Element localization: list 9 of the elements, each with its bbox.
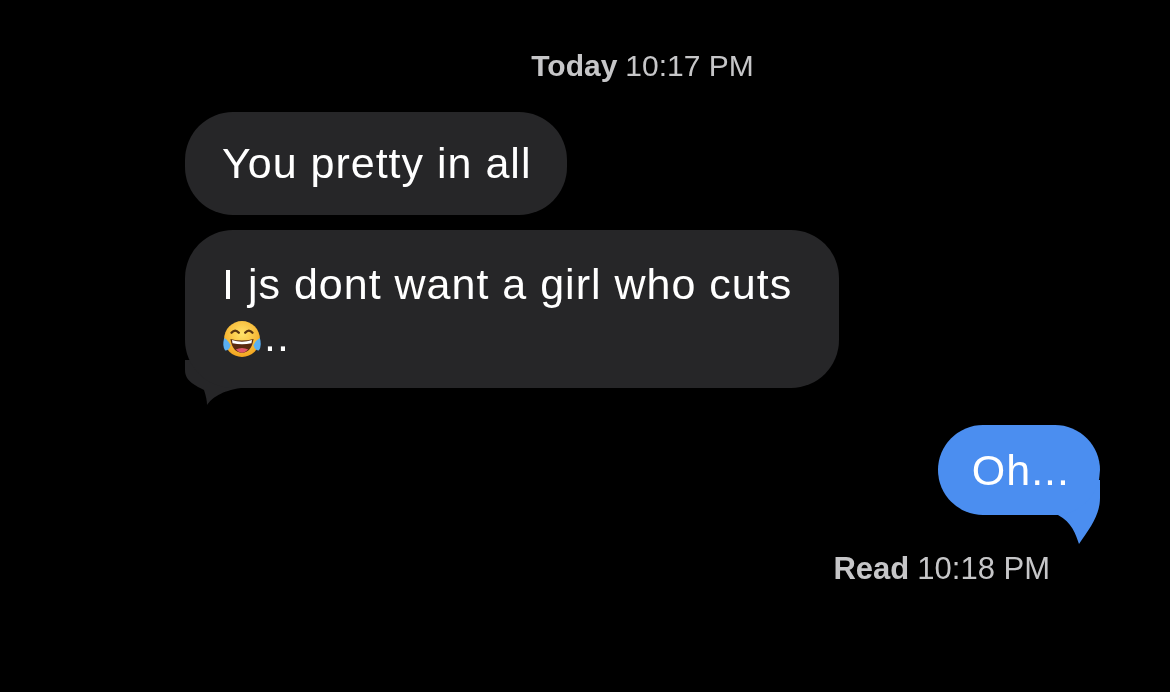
message-text: Oh... (971, 446, 1070, 494)
read-status-label: Read (833, 552, 910, 586)
laughing-emoji-icon (222, 320, 262, 358)
message-text: .. (264, 312, 290, 360)
message-text: You pretty in all (222, 139, 532, 187)
time-label: 10:18 PM (917, 552, 1050, 586)
message-text: I js dont want a girl who cuts (222, 260, 793, 308)
time-label: 10:17 PM (625, 49, 754, 83)
date-label: Today (531, 49, 618, 83)
